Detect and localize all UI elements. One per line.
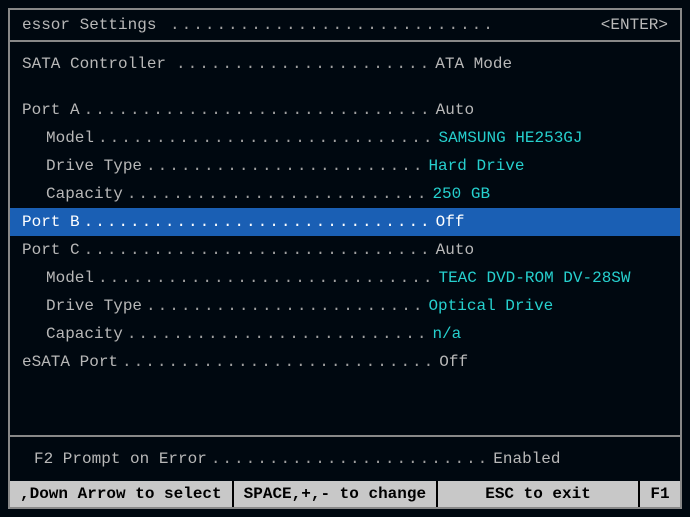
sata-value: ATA Mode [435,52,512,76]
sata-dots: ...................... [172,52,435,76]
port-value: Off [436,210,465,234]
bios-setup-window: essor Settings .........................… [8,8,682,509]
detail-value: 250 GB [432,182,490,206]
port-detail-row: Model.............................TEAC D… [10,264,680,292]
port-detail-row: Capacity..........................250 GB [10,180,680,208]
detail-label: Drive Type [22,294,142,318]
header-row[interactable]: essor Settings .........................… [10,10,680,42]
port-detail-row: Capacity..........................n/a [10,320,680,348]
footer-dots: ........................ [207,447,493,471]
help-select: ,Down Arrow to select [10,481,234,507]
detail-value: TEAC DVD-ROM DV-28SW [438,266,630,290]
port-label: Port C [22,238,80,262]
detail-label: Capacity [22,322,123,346]
help-change: SPACE,+,- to change [234,481,438,507]
detail-dots: ............................. [94,126,438,150]
header-action: <ENTER> [601,16,668,34]
port-detail-row: Drive Type........................Hard D… [10,152,680,180]
sata-label: SATA Controller [22,52,172,76]
help-f1: F1 [640,481,680,507]
footer-section: F2 Prompt on Error .....................… [10,435,680,481]
help-bar: ,Down Arrow to select SPACE,+,- to chang… [10,481,680,507]
header-title: essor Settings [22,16,156,34]
prompt-on-error-row[interactable]: F2 Prompt on Error .....................… [22,445,668,473]
detail-value: Optical Drive [428,294,553,318]
detail-dots: .......................... [123,182,433,206]
port-detail-row: Model.............................SAMSUN… [10,124,680,152]
port-label: Port B [22,210,80,234]
port-dots: .............................. [80,98,436,122]
detail-label: Model [22,126,94,150]
main-section: SATA Controller ...................... A… [10,42,680,435]
detail-label: Capacity [22,182,123,206]
detail-dots: ........................ [142,154,428,178]
sata-controller-row[interactable]: SATA Controller ...................... A… [10,50,680,78]
footer-label: F2 Prompt on Error [34,447,207,471]
ports-container: Port A..............................Auto… [10,96,680,376]
port-value: Off [439,350,468,374]
detail-dots: ............................. [94,266,438,290]
detail-value: SAMSUNG HE253GJ [438,126,582,150]
detail-value: Hard Drive [428,154,524,178]
port-row-port-c[interactable]: Port C..............................Auto [10,236,680,264]
port-label: eSATA Port [22,350,118,374]
port-row-port-b[interactable]: Port B..............................Off [10,208,680,236]
port-dots: .............................. [80,238,436,262]
detail-label: Drive Type [22,154,142,178]
port-value: Auto [436,98,474,122]
port-label: Port A [22,98,80,122]
detail-label: Model [22,266,94,290]
header-dots: ............................ [166,16,499,34]
help-exit: ESC to exit [438,481,640,507]
port-value: Auto [436,238,474,262]
detail-value: n/a [432,322,461,346]
port-dots: .............................. [80,210,436,234]
detail-dots: ........................ [142,294,428,318]
port-dots: ........................... [118,350,439,374]
port-row-esata-port[interactable]: eSATA Port...........................Off [10,348,680,376]
port-detail-row: Drive Type........................Optica… [10,292,680,320]
detail-dots: .......................... [123,322,433,346]
port-row-port-a[interactable]: Port A..............................Auto [10,96,680,124]
footer-value: Enabled [493,447,560,471]
